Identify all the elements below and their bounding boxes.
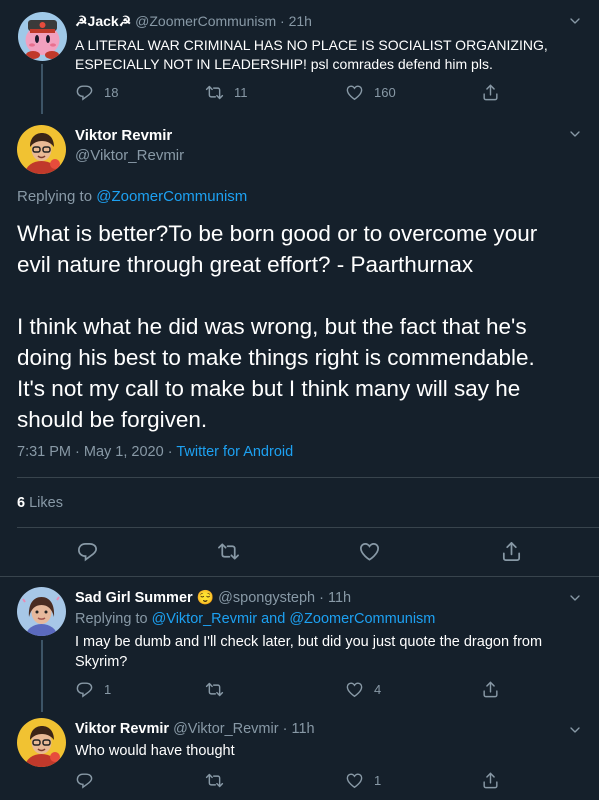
viktor-avatar-icon — [17, 125, 66, 174]
likes-stat[interactable]: 6 Likes — [17, 495, 63, 511]
retweet-icon — [205, 680, 224, 699]
heart-icon — [345, 771, 364, 790]
reply-icon[interactable] — [76, 540, 99, 563]
tweet-text-line: Skyrim? — [75, 654, 128, 670]
like-count: 160 — [374, 85, 396, 100]
chevron-down-icon[interactable] — [567, 722, 583, 738]
tweet-text-line: It's not my call to make but I think man… — [17, 376, 521, 401]
reply-button[interactable]: 18 — [75, 83, 118, 102]
replying-to-label: Replying to — [17, 188, 93, 205]
share-icon[interactable] — [500, 540, 523, 563]
tweet-text-line: evil nature through great effort? - Paar… — [17, 252, 474, 277]
tweet-text-line: ESPECIALLY NOT IN LEADERSHIP! psl comrad… — [75, 56, 493, 72]
sadgirl-avatar-icon — [17, 587, 66, 636]
viktor-avatar-icon — [17, 718, 66, 767]
retweet-count: 11 — [234, 85, 248, 100]
divider — [0, 576, 599, 577]
avatar-viktor[interactable] — [17, 125, 66, 174]
likes-count: 6 — [17, 495, 26, 511]
kirby-avatar-icon — [18, 12, 67, 61]
like-button[interactable]: 160 — [345, 83, 396, 102]
reply-count: 1 — [104, 682, 112, 697]
like-count: 4 — [374, 682, 382, 697]
chevron-down-icon[interactable] — [567, 126, 583, 142]
client-link[interactable]: Twitter for Android — [176, 444, 293, 460]
author-name[interactable]: Viktor Revmir — [75, 127, 184, 144]
retweet-icon[interactable] — [217, 540, 240, 563]
replying-to-label: Replying to — [75, 611, 148, 627]
tweet-time[interactable]: · 21h — [280, 13, 312, 29]
author-name[interactable]: Sad Girl Summer — [75, 590, 193, 606]
avatar-jack[interactable] — [18, 12, 67, 61]
thread-line — [41, 64, 43, 114]
thread-line — [41, 640, 43, 712]
author-name[interactable]: Viktor Revmir — [75, 721, 169, 737]
heart-icon — [345, 83, 364, 102]
reply-count: 18 — [104, 85, 119, 100]
retweet-icon — [205, 771, 224, 790]
reply-button[interactable]: 1 — [75, 680, 111, 699]
divider — [17, 477, 599, 478]
like-button[interactable]: 1 — [345, 771, 381, 790]
avatar-viktor[interactable] — [17, 718, 66, 767]
likes-label: Likes — [29, 495, 63, 511]
reply-button[interactable] — [75, 771, 104, 790]
heart-icon — [345, 680, 364, 699]
tweet-text-line: doing his best to make things right is c… — [17, 345, 535, 370]
tweet-text-line: should be forgiven. — [17, 407, 208, 432]
tweet-time[interactable]: · 11h — [319, 590, 351, 606]
retweet-button[interactable] — [205, 680, 234, 699]
author-handle[interactable]: @spongysteph — [218, 590, 315, 606]
heart-icon[interactable] — [358, 540, 381, 563]
emoji-relieved-icon: 😌 — [196, 589, 215, 605]
replying-to-link[interactable]: @ZoomerCommunism — [96, 188, 247, 205]
author-handle[interactable]: @ZoomerCommunism — [135, 13, 276, 29]
author-name[interactable]: ☭Jack☭ — [75, 13, 131, 29]
avatar-sadgirl[interactable] — [17, 587, 66, 636]
tweet-text-line: I think what he did was wrong, but the f… — [17, 314, 527, 339]
share-icon — [481, 83, 500, 102]
reply-icon — [75, 680, 94, 699]
tweet-time[interactable]: · 11h — [283, 721, 315, 737]
chevron-down-icon[interactable] — [567, 590, 583, 606]
retweet-icon — [205, 83, 224, 102]
share-button[interactable] — [481, 771, 500, 790]
share-icon — [481, 680, 500, 699]
chevron-down-icon[interactable] — [567, 13, 583, 29]
tweet-text-line: What is better?To be born good or to ove… — [17, 221, 538, 246]
like-count: 1 — [374, 773, 382, 788]
tweet-text-line: I may be dumb and I'll check later, but … — [75, 634, 543, 650]
author-handle[interactable]: @Viktor_Revmir — [173, 721, 279, 737]
replying-to-link[interactable]: @Viktor_Revmir and @ZoomerCommunism — [152, 611, 436, 627]
tweet-text-line: Who would have thought — [75, 743, 235, 759]
reply-icon — [75, 83, 94, 102]
reply-icon — [75, 771, 94, 790]
retweet-button[interactable] — [205, 771, 234, 790]
tweet-body: What is better?To be born good or to ove… — [17, 218, 587, 435]
like-button[interactable]: 4 — [345, 680, 381, 699]
timestamp[interactable]: 7:31 PM · May 1, 2020 · — [17, 444, 176, 460]
divider — [17, 527, 599, 528]
tweet-text-line: A LITERAL WAR CRIMINAL HAS NO PLACE IS S… — [75, 37, 548, 53]
retweet-button[interactable]: 11 — [205, 83, 248, 102]
share-button[interactable] — [481, 83, 500, 102]
share-button[interactable] — [481, 680, 500, 699]
author-handle[interactable]: @Viktor_Revmir — [75, 147, 184, 164]
share-icon — [481, 771, 500, 790]
